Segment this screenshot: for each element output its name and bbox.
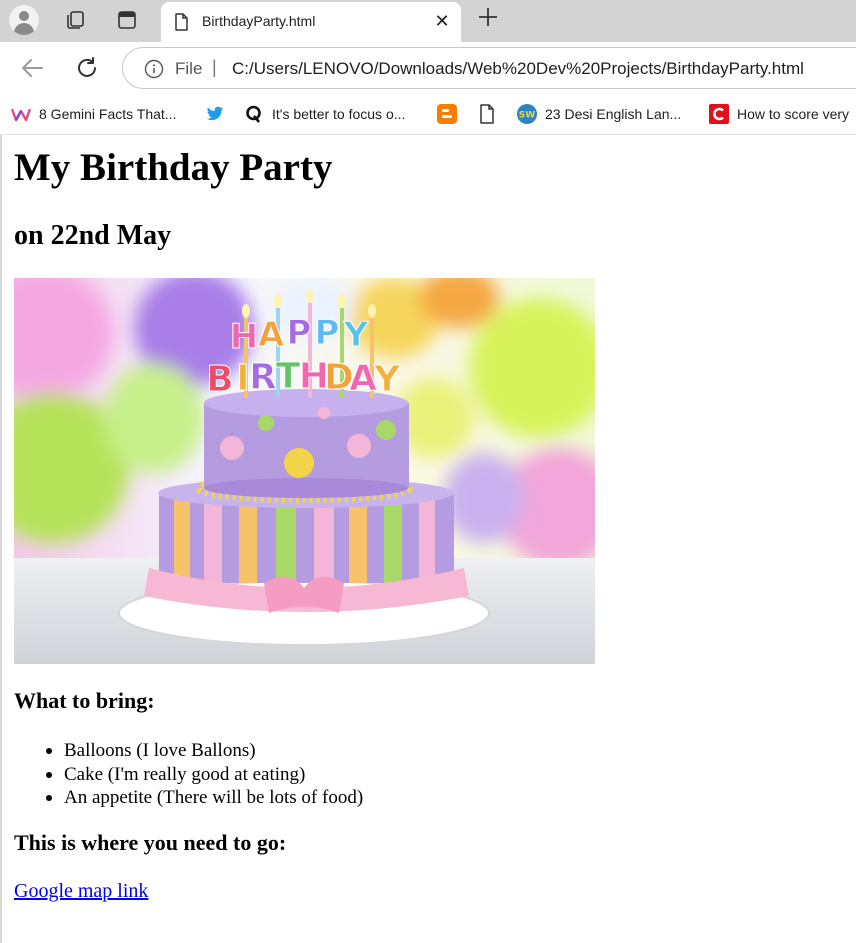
bring-list: Balloons (I love Ballons) Cake (I'm real… xyxy=(45,739,364,810)
tab-strip: BirthdayParty.html ✕ xyxy=(0,0,856,42)
svg-text:SW: SW xyxy=(519,111,535,121)
active-tab[interactable]: BirthdayParty.html ✕ xyxy=(161,2,461,42)
address-bar[interactable]: File | C:/Users/LENOVO/Downloads/Web%20D… xyxy=(122,47,856,89)
svg-text:T: T xyxy=(276,356,301,397)
svg-text:Y: Y xyxy=(373,359,401,400)
bookmark-desi-english[interactable]: SW 23 Desi English Lan... xyxy=(517,102,681,126)
info-icon[interactable] xyxy=(144,59,164,79)
back-button[interactable] xyxy=(16,52,48,84)
bookmark-page[interactable] xyxy=(477,102,505,126)
bookmark-gemini-facts[interactable]: 8 Gemini Facts That... xyxy=(11,102,176,126)
svg-text:R: R xyxy=(249,357,277,398)
bookmark-how-to-score[interactable]: How to score very xyxy=(709,102,849,126)
svg-text:Y: Y xyxy=(343,315,369,355)
tab-title: BirthdayParty.html xyxy=(202,13,316,29)
url-separator: | xyxy=(212,57,217,77)
list-item: Cake (I'm really good at eating) xyxy=(45,763,363,787)
svg-text:P: P xyxy=(287,313,312,353)
bookmark-label: 8 Gemini Facts That... xyxy=(39,106,177,122)
bookmark-label: How to score very xyxy=(737,106,850,122)
birthday-cake-image: H A P P Y B I R T H D A Y xyxy=(14,278,595,664)
document-icon xyxy=(175,13,188,31)
sw-icon: SW xyxy=(517,104,537,124)
bookmark-twitter[interactable] xyxy=(205,102,233,126)
bookmark-quora[interactable]: It's better to focus o... xyxy=(244,102,405,126)
workspaces-button[interactable] xyxy=(60,5,90,35)
close-tab-icon[interactable]: ✕ xyxy=(431,11,453,33)
bookmark-label: It's better to focus o... xyxy=(272,106,406,122)
svg-text:H: H xyxy=(230,317,258,357)
bookmarks-bar: 8 Gemini Facts That... It's better to fo… xyxy=(0,94,856,134)
toolbar: File | C:/Users/LENOVO/Downloads/Web%20D… xyxy=(0,42,856,94)
blogger-icon xyxy=(437,104,457,124)
quora-icon xyxy=(244,104,264,124)
page-viewport: My Birthday Party on 22nd May H A P P Y … xyxy=(0,135,856,943)
svg-text:A: A xyxy=(258,315,285,355)
new-tab-button[interactable] xyxy=(474,6,502,34)
where-heading: This is where you need to go: xyxy=(14,830,287,855)
reload-icon xyxy=(78,57,96,77)
bring-heading: What to bring: xyxy=(14,688,155,713)
plus-icon xyxy=(479,8,497,26)
vertical-tabs-button[interactable] xyxy=(112,5,142,35)
svg-text:I: I xyxy=(236,358,249,399)
svg-text:A: A xyxy=(349,358,377,399)
arrow-left-icon xyxy=(22,59,43,77)
reload-button[interactable] xyxy=(71,52,103,84)
google-map-link[interactable]: Google map link xyxy=(14,880,148,903)
svg-text:P: P xyxy=(315,313,340,353)
vertical-tabs-icon xyxy=(118,11,136,29)
bookmark-blogger[interactable] xyxy=(437,102,465,126)
url-text[interactable]: C:/Users/LENOVO/Downloads/Web%20Dev%20Pr… xyxy=(232,59,804,79)
svg-text:B: B xyxy=(206,359,233,400)
w-logo-icon xyxy=(11,104,31,124)
workspaces-icon xyxy=(67,11,84,29)
page-title: My Birthday Party xyxy=(14,146,333,189)
list-item: An appetite (There will be lots of food) xyxy=(45,787,364,808)
date-heading: on 22nd May xyxy=(14,220,172,251)
twitter-icon xyxy=(205,104,225,124)
profile-button[interactable] xyxy=(9,5,39,35)
profile-avatar-icon xyxy=(9,5,39,35)
bookmark-label: 23 Desi English Lan... xyxy=(545,106,682,122)
list-item: Balloons (I love Ballons) xyxy=(45,739,363,763)
page-icon xyxy=(477,104,497,124)
c-logo-icon xyxy=(709,104,729,124)
url-scheme-label: File xyxy=(175,59,203,78)
